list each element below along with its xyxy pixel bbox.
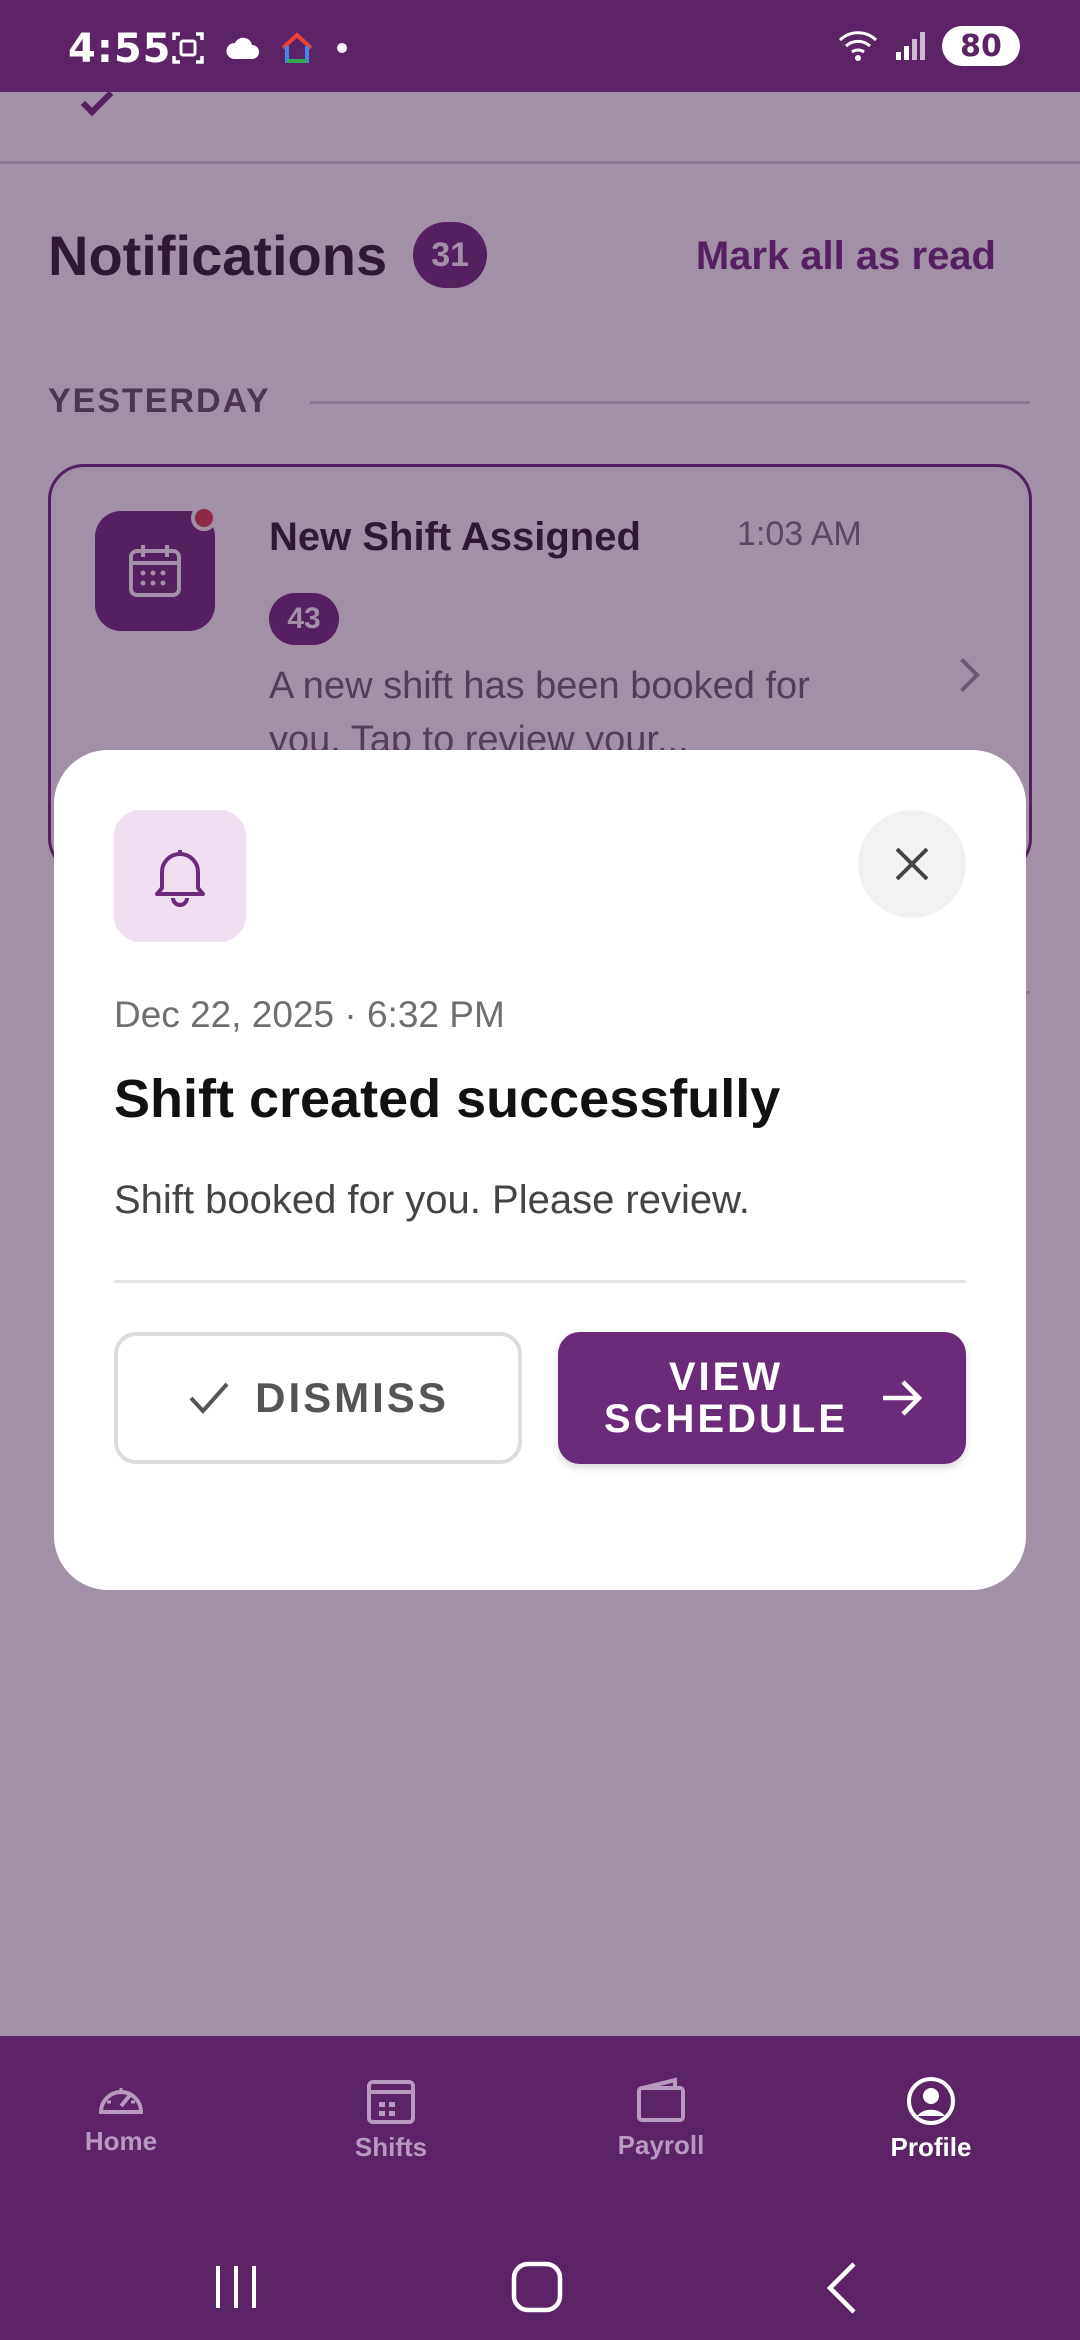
nav-item-shifts[interactable]: Shifts xyxy=(311,2076,471,2163)
nav-item-home[interactable]: Home xyxy=(41,2076,201,2157)
dismiss-button[interactable]: DISMISS xyxy=(114,1332,522,1464)
gauge-icon xyxy=(98,2088,144,2114)
back-button-icon[interactable] xyxy=(822,2260,862,2316)
profile-icon xyxy=(907,2077,955,2125)
wifi-icon xyxy=(838,31,878,61)
modal-divider xyxy=(114,1280,966,1283)
dot-icon xyxy=(337,43,347,53)
dismiss-label: DISMISS xyxy=(255,1374,449,1421)
check-icon xyxy=(189,1382,229,1414)
status-icons-left xyxy=(170,30,350,66)
close-icon xyxy=(895,847,929,881)
system-nav-bar xyxy=(0,2232,1080,2340)
cloud-icon xyxy=(226,37,259,59)
screenshot-icon xyxy=(172,32,204,64)
nav-item-payroll[interactable]: Payroll xyxy=(581,2076,741,2161)
bottom-nav: Home Shifts Payroll Profile xyxy=(0,2036,1080,2232)
recent-apps-icon[interactable] xyxy=(212,2262,262,2312)
nav-label-profile: Profile xyxy=(890,2132,972,2162)
bell-icon xyxy=(114,810,246,942)
view-schedule-label: VIEW SCHEDULE xyxy=(603,1355,849,1441)
battery-indicator: 80 xyxy=(942,26,1020,66)
calendar-icon xyxy=(367,2080,415,2124)
status-icons-right: 80 xyxy=(836,26,1020,66)
nav-label-home: Home xyxy=(84,2126,158,2156)
wallet-icon xyxy=(637,2077,685,2122)
nav-label-shifts: Shifts xyxy=(354,2132,428,2162)
modal-date: Dec 22, 2025 · 6:32 PM xyxy=(114,994,505,1035)
modal-title: Shift created successfully xyxy=(114,1069,781,1129)
nav-item-profile[interactable]: Profile xyxy=(851,2076,1011,2163)
notification-detail-modal: Dec 22, 2025 · 6:32 PM Shift created suc… xyxy=(54,750,1026,1590)
modal-body: Shift booked for you. Please review. xyxy=(114,1178,750,1222)
home-app-icon xyxy=(281,32,313,63)
nav-label-payroll: Payroll xyxy=(617,2130,705,2160)
status-time: 4:55 xyxy=(68,26,172,72)
status-bar: 4:55 80 xyxy=(0,0,1080,92)
view-schedule-button[interactable]: VIEW SCHEDULE xyxy=(558,1332,966,1464)
arrow-right-icon xyxy=(883,1380,923,1416)
signal-icon xyxy=(896,32,925,60)
home-button-icon[interactable] xyxy=(510,2260,566,2314)
close-button[interactable] xyxy=(858,810,966,918)
